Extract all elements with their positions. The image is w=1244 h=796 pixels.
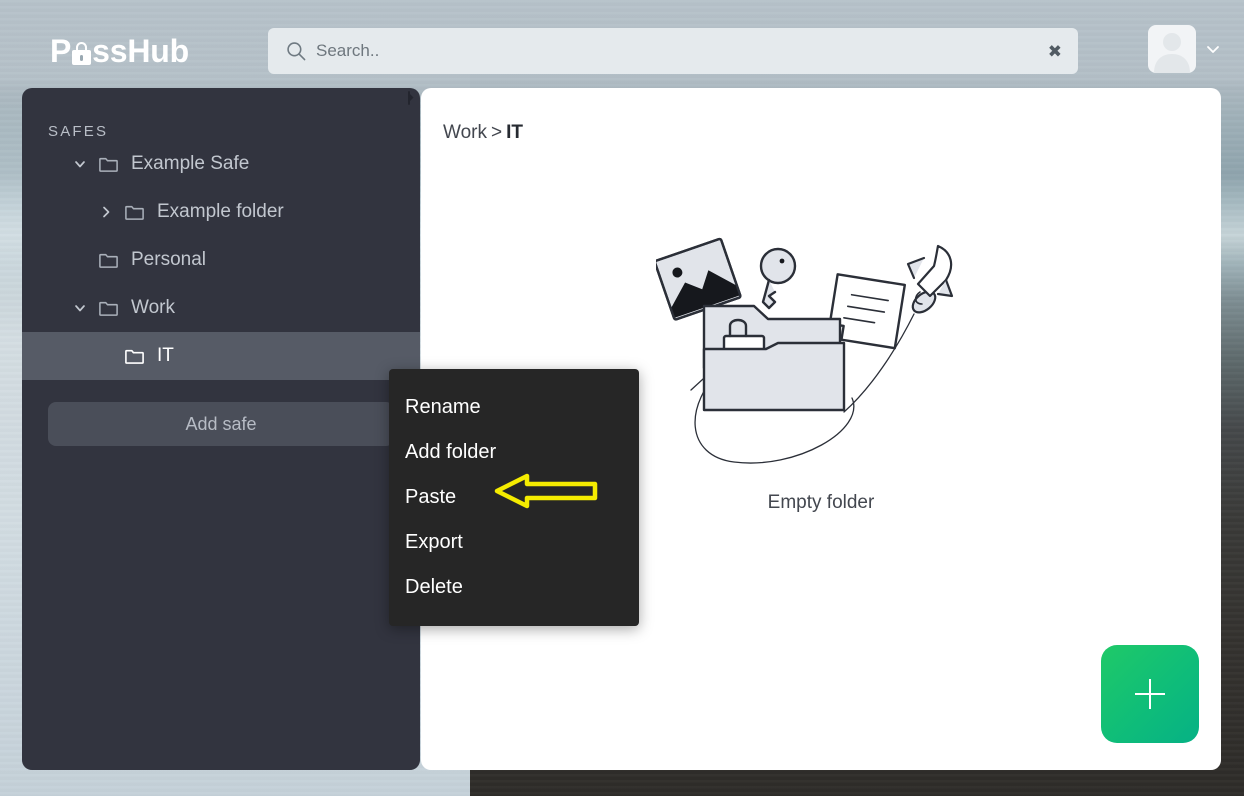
folder-icon	[98, 298, 119, 319]
menu-item-label: Delete	[405, 576, 463, 598]
menu-item-export[interactable]: Export	[389, 520, 639, 565]
sidebar-item-personal[interactable]: Personal	[22, 236, 420, 284]
sidebar-item-label: IT	[157, 345, 174, 366]
search-input[interactable]	[316, 28, 1048, 74]
empty-state-label: Empty folder	[767, 492, 875, 513]
menu-item-add-folder[interactable]: Add folder	[389, 430, 639, 475]
sidebar-item-example-safe[interactable]: Example Safe	[22, 140, 420, 188]
app-logo: P ssHub	[50, 31, 189, 71]
breadcrumb-current: IT	[506, 122, 523, 143]
breadcrumb-separator: >	[490, 122, 503, 143]
plus-icon	[1135, 679, 1165, 709]
logo-text-suffix: ssHub	[92, 32, 189, 69]
folder-icon	[98, 250, 119, 271]
breadcrumb-parent[interactable]: Work	[443, 122, 487, 143]
chevron-down-icon[interactable]	[1204, 40, 1222, 58]
sidebar: SAFES Example Safe Example folder Person…	[22, 88, 420, 770]
logo-text-prefix: P	[50, 32, 72, 69]
add-safe-button[interactable]: Add safe	[48, 402, 394, 446]
folder-icon	[124, 202, 145, 223]
search-bar[interactable]: ✖	[268, 28, 1078, 74]
menu-item-rename[interactable]: Rename	[389, 385, 639, 430]
resize-grip-icon[interactable]	[402, 90, 416, 106]
add-item-fab[interactable]	[1101, 645, 1199, 743]
sidebar-item-example-folder[interactable]: Example folder	[22, 188, 420, 236]
breadcrumb: Work > IT	[443, 122, 523, 144]
sidebar-item-it[interactable]: IT	[22, 332, 420, 380]
safes-tree: Example Safe Example folder Personal Wor…	[22, 140, 420, 380]
sidebar-item-work[interactable]: Work	[22, 284, 420, 332]
padlock-icon	[72, 41, 92, 65]
sidebar-item-label: Personal	[131, 249, 206, 270]
chevron-down-icon[interactable]	[72, 156, 88, 172]
sidebar-item-label: Work	[131, 297, 175, 318]
sidebar-item-label: Example Safe	[131, 153, 250, 174]
menu-item-delete[interactable]: Delete	[389, 565, 639, 610]
menu-item-label: Export	[405, 531, 463, 553]
chevron-down-icon[interactable]	[72, 300, 88, 316]
menu-item-paste[interactable]: Paste	[389, 475, 639, 520]
empty-folder-illustration	[656, 237, 954, 464]
menu-item-label: Paste	[405, 486, 457, 508]
context-menu: Rename Add folder Paste Export Delete	[389, 369, 639, 626]
search-icon	[286, 41, 306, 61]
user-menu[interactable]	[1148, 25, 1222, 73]
user-avatar-icon	[1154, 33, 1190, 73]
chevron-right-icon[interactable]	[98, 204, 114, 220]
avatar[interactable]	[1148, 25, 1196, 73]
sidebar-item-label: Example folder	[157, 201, 284, 222]
menu-item-label: Rename	[405, 396, 481, 418]
menu-item-label: Add folder	[405, 441, 497, 463]
folder-icon	[98, 154, 119, 175]
folder-icon	[124, 346, 145, 367]
app-header: P ssHub ✖	[0, 0, 1244, 90]
sidebar-section-title: SAFES	[48, 123, 109, 140]
clear-search-icon[interactable]: ✖	[1048, 43, 1062, 60]
